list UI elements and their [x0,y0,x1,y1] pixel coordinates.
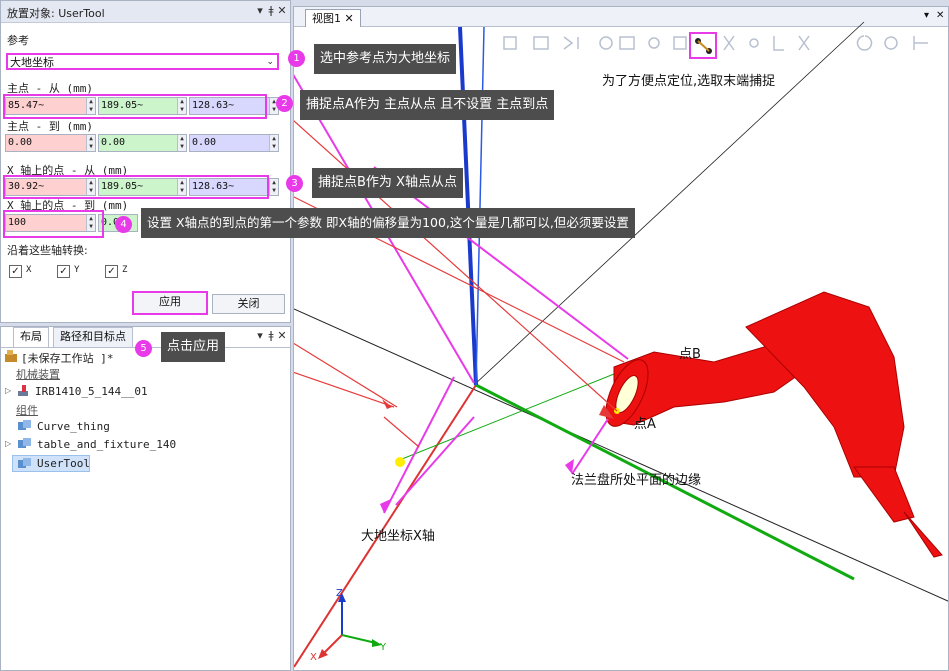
layout-panel: 布局 路径和目标点 ▾ ǂ ✕ [未保存工作站 ]* 机械装置 ▷ IRB141… [0,326,291,671]
callout-badge-3: 3 [286,175,303,192]
callout-badge-5: 5 [135,340,152,357]
main-to-z-input[interactable]: 0.00 ▲ ▼ [189,134,279,152]
callout-badge-1: 1 [288,50,305,67]
part-icon [17,457,33,473]
spinner-icon[interactable]: ▲ ▼ [177,135,186,151]
axis-y-checkbox[interactable]: ✓ [57,265,70,278]
tree-item-curve-thing[interactable]: Curve_thing [37,420,110,433]
expand-icon[interactable]: ▷ [5,439,11,448]
main-to-x-input[interactable]: 0.00 ▲ ▼ [5,134,96,152]
reference-label: 参考 [7,34,29,47]
main-to-label: 主点 - 到 (mm) [7,120,93,133]
flange-note: 法兰盘所处平面的边缘 [571,473,702,488]
callout-5: 点击应用 [161,332,226,362]
close-button[interactable]: 关闭 [212,294,285,314]
callout-badge-4: 4 [115,216,132,233]
part-icon [17,437,33,453]
robot-icon [16,383,32,400]
pointB-label: 点B [679,347,701,362]
axis-y-label: Y [380,642,387,653]
axis-x-label: X [26,265,32,275]
axes-label: 沿着这些轴转换: [7,244,88,257]
callout-4: 设置 X轴点的到点的第一个参数 即X轴的偏移量为100,这个量是几都可以,但必须… [141,208,635,238]
pointA-label: 点A [634,417,656,432]
callout-badge-2: 2 [276,95,293,112]
axis-z-label: Z [122,265,128,275]
station-node[interactable]: [未保存工作站 ]* [21,350,114,366]
tree-item-usertool[interactable]: UserTool [37,457,90,470]
axis-z-label: Z [336,588,343,599]
reference-value: 大地坐标 [10,56,54,69]
tree-item-table-fixture[interactable]: table_and_fixture_140 [37,438,176,451]
axis-x-checkbox[interactable]: ✓ [9,265,22,278]
axis-z-checkbox[interactable]: ✓ [105,265,118,278]
panel-header: 放置对象: UserTool ▾ ǂ ✕ [1,1,290,23]
place-object-panel: 放置对象: UserTool ▾ ǂ ✕ 参考 大地坐标 ⌄ 主点 - 从 (m… [0,0,291,323]
robot-node[interactable]: IRB1410_5_144__01 [35,385,148,398]
snap-note: 为了方便点定位,选取末端捕捉 [602,74,776,89]
callout-1: 选中参考点为大地坐标 [314,44,457,74]
close-icon[interactable]: ✕ [275,329,289,343]
callout-3: 捕捉点B作为 X轴点从点 [312,168,463,198]
spinner-icon[interactable]: ▲ ▼ [86,135,95,151]
mech-group-label: 机械装置 [16,368,60,381]
tab-layout[interactable]: 布局 [13,327,49,347]
callout-2: 捕捉点A作为 主点从点 且不设置 主点到点 [300,90,555,120]
axis-indicator [318,593,382,659]
spinner-icon[interactable]: ▲ ▼ [269,135,278,151]
expand-icon[interactable]: ▷ [5,386,11,395]
xto-highlight [3,210,104,238]
station-icon [4,349,18,366]
close-icon[interactable]: ✕ [275,4,289,18]
parts-group-label: 组件 [16,404,38,417]
main-from-highlight [3,94,267,119]
axis-y-label: Y [74,265,80,275]
tab-paths-targets[interactable]: 路径和目标点 [53,327,133,347]
axis-x-label: X [310,652,317,663]
main-to-y-input[interactable]: 0.00 ▲ ▼ [98,134,187,152]
part-icon [17,419,33,435]
panel-title: 放置对象: UserTool [7,7,105,20]
chevron-down-icon: ⌄ [266,57,274,67]
xfrom-highlight [3,175,269,199]
spinner-icon[interactable]: ▲ ▼ [269,179,278,195]
reference-select[interactable]: 大地坐标 ⌄ [6,53,279,70]
apply-button[interactable]: 应用 [132,291,208,315]
worldx-note: 大地坐标X轴 [361,529,435,544]
